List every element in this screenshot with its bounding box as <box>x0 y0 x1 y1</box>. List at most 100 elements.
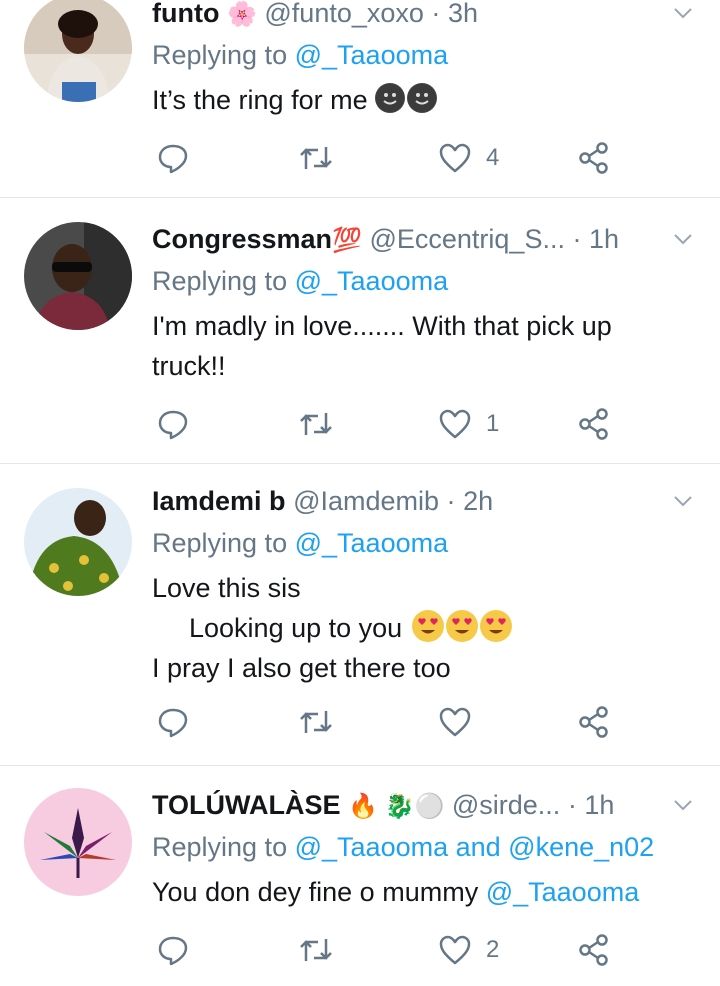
smiley-emoji <box>407 83 438 113</box>
tweet-text: It’s the ring for me <box>152 80 690 120</box>
reply-icon <box>158 708 188 738</box>
share-button[interactable] <box>578 702 610 742</box>
like-icon <box>439 707 471 737</box>
like-count: 1 <box>486 410 500 437</box>
tweet-header: Congressman💯 @Eccentriq_S... · 1h <box>152 222 664 258</box>
mention-link[interactable]: @_Taaooma and @kene_n02 <box>295 832 655 862</box>
caret-down-icon[interactable] <box>672 794 694 816</box>
tweet-actions: 4 <box>152 138 622 178</box>
retweet-icon <box>300 711 332 733</box>
timestamp[interactable]: 1h <box>584 790 614 820</box>
tweet-text-line: I pray I also get there too <box>152 653 451 683</box>
fire-dragon-emoji: 🔥 🐉⚪ <box>348 792 445 820</box>
heart-eyes-emoji <box>411 610 444 642</box>
retweet-icon <box>300 939 332 961</box>
retweet-icon <box>300 147 332 169</box>
share-icon <box>579 934 608 966</box>
timestamp[interactable]: 2h <box>463 486 493 516</box>
tweet-header: funto 🌸 @funto_xoxo · 3h <box>152 0 664 32</box>
caret-down-icon[interactable] <box>672 2 694 24</box>
mention-link[interactable]: @_Taaooma <box>295 40 449 70</box>
tweet-text-line: truck!! <box>152 351 226 381</box>
display-name[interactable]: Iamdemi b <box>152 486 286 516</box>
tweet-text: Love this sis Looking up to you I pray I… <box>152 568 690 688</box>
tweet-actions: 1 <box>152 404 622 444</box>
tweet-text: I'm madly in love....... With that pick … <box>152 306 690 386</box>
like-icon <box>439 935 471 965</box>
tweet-text-line: Looking up to you <box>152 608 690 648</box>
like-button[interactable]: 4 <box>438 138 499 178</box>
tweet-header: TOLÚWALÀSE 🔥 🐉⚪ @sirde... · 1h <box>152 788 664 824</box>
tweet-text-fragment: Looking up to you <box>189 613 403 643</box>
retweet-button[interactable] <box>298 930 334 970</box>
tweet-text-line: It’s the ring for me <box>152 85 368 115</box>
caret-down-icon[interactable] <box>672 228 694 250</box>
user-handle[interactable]: @funto_xoxo <box>264 0 424 28</box>
like-count: 4 <box>486 144 500 171</box>
reply-button[interactable] <box>156 404 190 444</box>
flower-emoji: 🌸 <box>226 0 257 28</box>
mention-link[interactable]: @_Taaooma <box>486 877 640 907</box>
separator-dot: · <box>446 486 456 516</box>
avatar[interactable] <box>24 788 132 896</box>
smiley-emoji <box>375 83 406 113</box>
replying-to: Replying to @_Taaooma <box>152 38 448 72</box>
tweet-text: You don dey fine o mummy @_Taaooma <box>152 872 690 912</box>
share-icon <box>579 706 608 738</box>
timestamp[interactable]: 3h <box>448 0 478 28</box>
user-handle[interactable]: @Eccentriq_S... <box>369 224 565 254</box>
separator-dot: · <box>572 224 582 254</box>
mention-link[interactable]: @_Taaooma <box>295 266 449 296</box>
like-icon <box>439 409 471 439</box>
caret-down-icon[interactable] <box>672 490 694 512</box>
retweet-button[interactable] <box>298 138 334 178</box>
like-button[interactable]: 2 <box>438 930 499 970</box>
reply-button[interactable] <box>156 138 190 178</box>
tweet-actions: 2 <box>152 930 622 970</box>
replying-to: Replying to @_Taaooma <box>152 264 448 298</box>
avatar[interactable] <box>24 222 132 330</box>
mention-link[interactable]: @_Taaooma <box>295 528 449 558</box>
tweet-actions <box>152 702 622 742</box>
hundred-emoji: 💯 <box>332 226 362 254</box>
replying-to-label: Replying to <box>152 40 288 70</box>
replying-to: Replying to @_Taaooma and @kene_n02 <box>152 830 654 864</box>
reply-icon <box>158 144 188 174</box>
tweet-text-line: You don dey fine o mummy <box>152 877 479 907</box>
share-button[interactable] <box>578 404 610 444</box>
heart-eyes-emoji <box>445 610 478 642</box>
retweet-icon <box>300 413 332 435</box>
separator-dot: · <box>567 790 577 820</box>
user-handle[interactable]: @sirde... <box>452 790 560 820</box>
replying-to-label: Replying to <box>152 266 288 296</box>
share-button[interactable] <box>578 930 610 970</box>
avatar[interactable] <box>24 0 132 102</box>
retweet-button[interactable] <box>298 702 334 742</box>
retweet-button[interactable] <box>298 404 334 444</box>
tweet-funto[interactable]: funto 🌸 @funto_xoxo · 3h Replying to @_T… <box>0 0 720 198</box>
reply-icon <box>158 410 188 440</box>
share-button[interactable] <box>578 138 610 178</box>
display-name[interactable]: Congressman <box>152 224 332 254</box>
display-name[interactable]: TOLÚWALÀSE <box>152 790 341 820</box>
reply-icon <box>158 936 188 966</box>
like-icon <box>439 143 471 173</box>
tweet-toluwalase[interactable]: TOLÚWALÀSE 🔥 🐉⚪ @sirde... · 1h Replying … <box>0 766 720 986</box>
timestamp[interactable]: 1h <box>589 224 619 254</box>
heart-eyes-emoji <box>479 610 512 642</box>
share-icon <box>579 408 608 440</box>
like-button[interactable] <box>438 702 472 742</box>
like-button[interactable]: 1 <box>438 404 499 444</box>
reply-button[interactable] <box>156 930 190 970</box>
tweet-text-line: Love this sis <box>152 573 301 603</box>
display-name[interactable]: funto <box>152 0 219 28</box>
tweet-congressman[interactable]: Congressman💯 @Eccentriq_S... · 1h Replyi… <box>0 198 720 464</box>
user-handle[interactable]: @Iamdemib <box>293 486 439 516</box>
avatar[interactable] <box>24 488 132 596</box>
tweet-header: Iamdemi b @Iamdemib · 2h <box>152 484 664 518</box>
reply-button[interactable] <box>156 702 190 742</box>
replying-to-label: Replying to <box>152 832 288 862</box>
tweet-iamdemi[interactable]: Iamdemi b @Iamdemib · 2h Replying to @_T… <box>0 464 720 766</box>
share-icon <box>579 142 608 174</box>
replying-to-label: Replying to <box>152 528 288 558</box>
